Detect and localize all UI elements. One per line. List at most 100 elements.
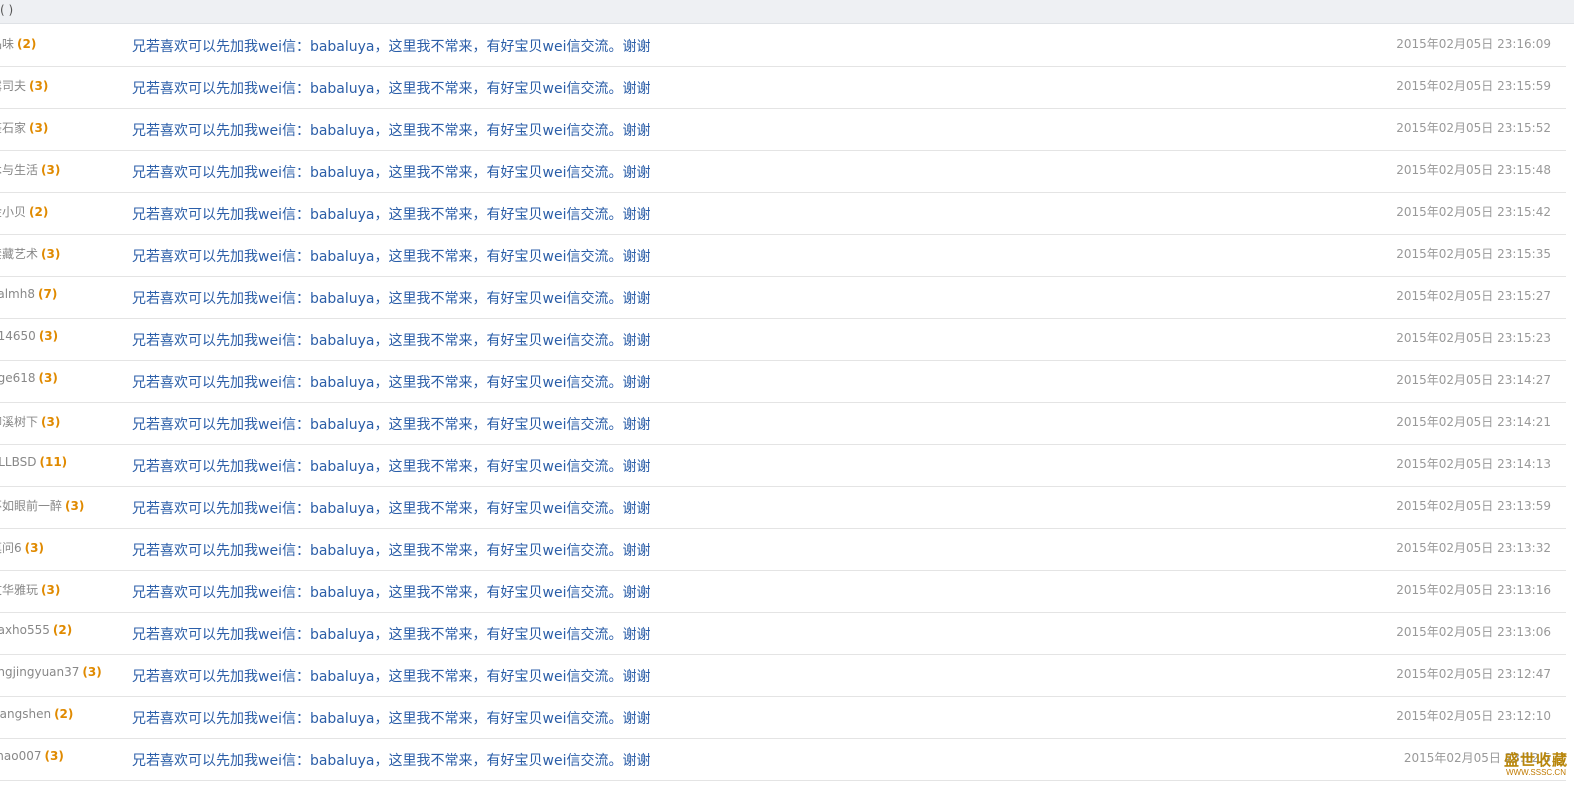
reply-count-badge: (3) xyxy=(41,415,61,429)
author-name[interactable]: nge618(3) xyxy=(0,371,58,385)
author-name-text[interactable]: 不如眼前一醉 xyxy=(0,499,62,513)
message-link[interactable]: 兄若喜欢可以先加我wei信：babaluya，这里我不常来，有好宝贝wei信交流… xyxy=(132,456,650,476)
reply-count-badge: (3) xyxy=(41,247,61,261)
list-item: 露司夫(3) 兄若喜欢可以先加我wei信：babaluya，这里我不常来，有好宝贝… xyxy=(0,67,1566,109)
author-name[interactable]: 鉴石家(3) xyxy=(0,119,48,136)
reply-count-badge: (3) xyxy=(82,665,102,679)
list-item: 柳溪树下(3) 兄若喜欢可以先加我wei信：babaluya，这里我不常来，有好宝… xyxy=(0,403,1566,445)
message-link[interactable]: 兄若喜欢可以先加我wei信：babaluya，这里我不常来，有好宝贝wei信交流… xyxy=(132,624,650,644)
reply-count-badge: (2) xyxy=(52,623,73,637)
author-name-text[interactable]: nge618 xyxy=(0,371,36,385)
author-name[interactable]: ZLLBSD(11) xyxy=(0,455,67,469)
author-name[interactable]: 莫问6(3) xyxy=(0,539,44,556)
list-item: 禁藏艺术(3) 兄若喜欢可以先加我wei信：babaluya，这里我不常来，有好宝… xyxy=(0,235,1566,277)
reply-count-badge: (2) xyxy=(29,205,49,219)
author-name-text[interactable]: 莫问6 xyxy=(0,541,22,555)
timestamp: 2015年02月05日 23:15:27 xyxy=(1396,289,1551,303)
timestamp: 2015年02月05日 23:14:13 xyxy=(1396,457,1551,471)
author-name[interactable]: 术与生活(3) xyxy=(0,161,60,178)
message-link[interactable]: 兄若喜欢可以先加我wei信：babaluya，这里我不常来，有好宝贝wei信交流… xyxy=(132,750,650,770)
message-link[interactable]: 兄若喜欢可以先加我wei信：babaluya，这里我不常来，有好宝贝wei信交流… xyxy=(132,36,650,56)
author-name[interactable]: aalmh8(7) xyxy=(0,287,57,301)
author-name-text[interactable]: 露司夫 xyxy=(0,79,26,93)
author-name[interactable]: zhao007(3) xyxy=(0,749,64,763)
author-name[interactable]: 不如眼前一醉(3) xyxy=(0,497,84,514)
reply-count-badge: (7) xyxy=(37,287,58,301)
timestamp: 2015年02月05日 23:14:21 xyxy=(1396,415,1551,429)
message-link[interactable]: 兄若喜欢可以先加我wei信：babaluya，这里我不常来，有好宝贝wei信交流… xyxy=(132,540,650,560)
list-item: 不如眼前一醉(3) 兄若喜欢可以先加我wei信：babaluya，这里我不常来，有… xyxy=(0,487,1566,529)
author-name-text[interactable]: angjingyuan37 xyxy=(0,665,79,679)
author-name[interactable]: izangshen(2) xyxy=(0,707,73,721)
author-name-text[interactable]: naxho555 xyxy=(0,623,50,637)
message-link[interactable]: 兄若喜欢可以先加我wei信：babaluya，这里我不常来，有好宝贝wei信交流… xyxy=(132,288,650,308)
author-name-text[interactable]: 禁藏艺术 xyxy=(0,247,38,261)
author-name-text[interactable]: izangshen xyxy=(0,707,51,721)
message-list: 品味(2)兄若喜欢可以先加我wei信：babaluya，这里我不常来，有好宝贝w… xyxy=(0,25,1566,781)
author-name[interactable]: naxho555(2) xyxy=(0,623,72,637)
message-link[interactable]: 兄若喜欢可以先加我wei信：babaluya，这里我不常来，有好宝贝wei信交流… xyxy=(132,708,650,728)
watermark-url: WWW.SSSC.CN xyxy=(1505,768,1566,777)
header-label: ( ) xyxy=(0,3,14,17)
timestamp: 2015年02月05日 23:15:42 xyxy=(1396,205,1551,219)
timestamp: 2015年02月05日 23:14:27 xyxy=(1396,373,1551,387)
reply-count-badge: (3) xyxy=(65,499,85,513)
message-link[interactable]: 兄若喜欢可以先加我wei信：babaluya，这里我不常来，有好宝贝wei信交流… xyxy=(132,120,650,140)
list-item: 鉴石家(3) 兄若喜欢可以先加我wei信：babaluya，这里我不常来，有好宝贝… xyxy=(0,109,1566,151)
reply-count-badge: (3) xyxy=(29,121,49,135)
message-link[interactable]: 兄若喜欢可以先加我wei信：babaluya，这里我不常来，有好宝贝wei信交流… xyxy=(132,666,650,686)
author-name[interactable]: 金小贝(2) xyxy=(0,203,48,220)
reply-count-badge: (3) xyxy=(38,329,59,343)
message-link[interactable]: 兄若喜欢可以先加我wei信：babaluya，这里我不常来，有好宝贝wei信交流… xyxy=(132,162,650,182)
author-name-text[interactable]: ZLLBSD xyxy=(0,455,36,469)
timestamp: 2015年02月05日 23:15:52 xyxy=(1396,121,1551,135)
timestamp: 2015年02月05日 23:16:09 xyxy=(1396,37,1551,51)
author-name[interactable]: 露司夫(3) xyxy=(0,77,48,94)
message-link[interactable]: 兄若喜欢可以先加我wei信：babaluya，这里我不常来，有好宝贝wei信交流… xyxy=(132,498,650,518)
list-item: 莫问6(3) 兄若喜欢可以先加我wei信：babaluya，这里我不常来，有好宝贝… xyxy=(0,529,1566,571)
message-link[interactable]: 兄若喜欢可以先加我wei信：babaluya，这里我不常来，有好宝贝wei信交流… xyxy=(132,414,650,434)
list-item: ZLLBSD(11) 兄若喜欢可以先加我wei信：babaluya，这里我不常来，… xyxy=(0,445,1566,487)
reply-count-badge: (2) xyxy=(17,37,37,51)
watermark-title: 盛世收藏 xyxy=(1503,751,1568,769)
list-item: 金小贝(2) 兄若喜欢可以先加我wei信：babaluya，这里我不常来，有好宝贝… xyxy=(0,193,1566,235)
author-name-text[interactable]: 金小贝 xyxy=(0,205,26,219)
timestamp: 2015年02月05日 23:12:47 xyxy=(1396,667,1551,681)
author-name-text[interactable]: 柳溪树下 xyxy=(0,415,38,429)
author-name-text[interactable]: 品味 xyxy=(0,37,14,51)
reply-count-badge: (2) xyxy=(54,707,74,721)
timestamp: 2015年02月05日 23:13:06 xyxy=(1396,625,1551,639)
message-link[interactable]: 兄若喜欢可以先加我wei信：babaluya，这里我不常来，有好宝贝wei信交流… xyxy=(132,330,650,350)
author-name[interactable]: 柳溪树下(3) xyxy=(0,413,60,430)
timestamp: 2015年02月05日 23:15:35 xyxy=(1396,247,1551,261)
reply-count-badge: (3) xyxy=(41,163,61,177)
author-name-text[interactable]: 鉴石家 xyxy=(0,121,26,135)
list-item: angjingyuan37(3) 兄若喜欢可以先加我wei信：babaluya，这… xyxy=(0,655,1566,697)
message-link[interactable]: 兄若喜欢可以先加我wei信：babaluya，这里我不常来，有好宝贝wei信交流… xyxy=(132,246,650,266)
reply-count-badge: (3) xyxy=(24,541,44,555)
message-link[interactable]: 兄若喜欢可以先加我wei信：babaluya，这里我不常来，有好宝贝wei信交流… xyxy=(132,582,650,602)
timestamp: 2015年02月05日 23:15:48 xyxy=(1396,163,1551,177)
message-link[interactable]: 兄若喜欢可以先加我wei信：babaluya，这里我不常来，有好宝贝wei信交流… xyxy=(132,204,650,224)
author-name-text[interactable]: 514650 xyxy=(0,329,36,343)
list-item: 514650(3) 兄若喜欢可以先加我wei信：babaluya，这里我不常来，有… xyxy=(0,319,1566,361)
author-name[interactable]: angjingyuan37(3) xyxy=(0,665,102,679)
list-item: 文华雅玩(3) 兄若喜欢可以先加我wei信：babaluya，这里我不常来，有好宝… xyxy=(0,571,1566,613)
timestamp: 2015年02月05日 23:15:59 xyxy=(1396,79,1551,93)
list-item: 术与生活(3) 兄若喜欢可以先加我wei信：babaluya，这里我不常来，有好宝… xyxy=(0,151,1566,193)
message-link[interactable]: 兄若喜欢可以先加我wei信：babaluya，这里我不常来，有好宝贝wei信交流… xyxy=(132,372,650,392)
author-name[interactable]: 品味(2) xyxy=(0,35,36,52)
site-watermark: 盛世收藏 WWW.SSSC.CN xyxy=(1504,753,1568,777)
author-name[interactable]: 文华雅玩(3) xyxy=(0,581,60,598)
author-name[interactable]: 514650(3) xyxy=(0,329,58,343)
author-name-text[interactable]: 文华雅玩 xyxy=(0,583,38,597)
list-item: zhao007(3) 兄若喜欢可以先加我wei信：babaluya，这里我不常来，… xyxy=(0,739,1566,781)
author-name[interactable]: 禁藏艺术(3) xyxy=(0,245,60,262)
author-name-text[interactable]: aalmh8 xyxy=(0,287,35,301)
message-link[interactable]: 兄若喜欢可以先加我wei信：babaluya，这里我不常来，有好宝贝wei信交流… xyxy=(132,78,650,98)
author-name-text[interactable]: 术与生活 xyxy=(0,163,38,177)
list-header: ( ) xyxy=(0,0,1574,24)
author-name-text[interactable]: zhao007 xyxy=(0,749,42,763)
reply-count-badge: (3) xyxy=(29,79,49,93)
reply-count-badge: (3) xyxy=(38,371,58,385)
